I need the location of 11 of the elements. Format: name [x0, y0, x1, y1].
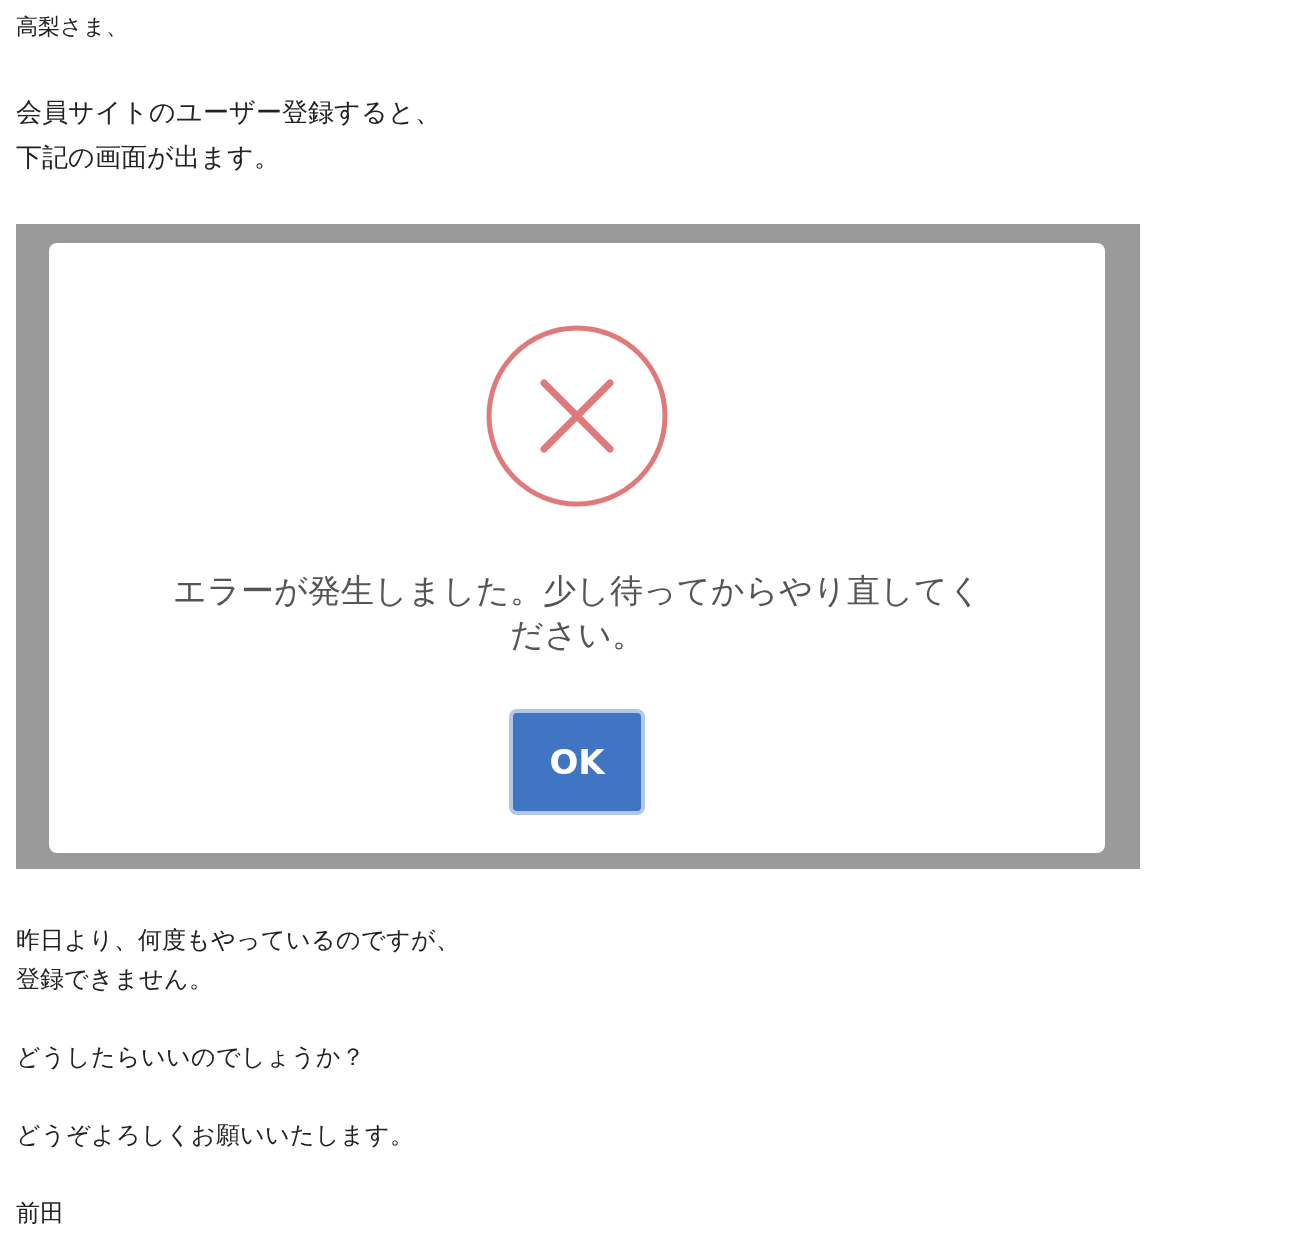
body-text: 前田 [16, 1198, 64, 1229]
body-text: どうしたらいいのでしょうか？ [16, 1042, 365, 1073]
body-text: 会員サイトのユーザー登録すると、 [16, 96, 441, 129]
error-message: エラーが発生しました。少し待ってからやり直してください。 [172, 570, 982, 656]
ok-button[interactable]: OK [509, 709, 645, 815]
body-text: 下記の画面が出ます。 [16, 141, 280, 174]
error-icon [486, 325, 668, 507]
body-text: どうぞよろしくお願いいたします。 [16, 1120, 414, 1151]
greeting-text: 高梨さま、 [16, 13, 128, 41]
body-text: 昨日より、何度もやっているのですが、 [16, 925, 460, 956]
body-text: 登録できません。 [16, 964, 213, 995]
